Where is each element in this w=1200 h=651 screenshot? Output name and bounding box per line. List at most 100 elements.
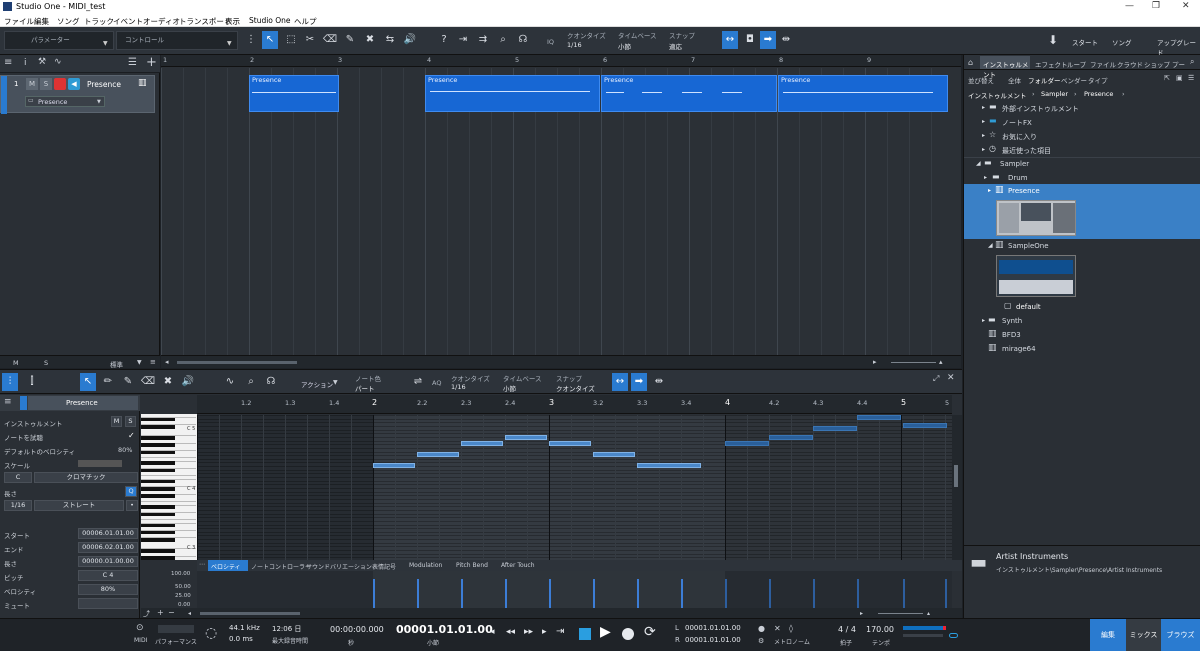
mute-tool-icon[interactable]: ✖ (362, 31, 378, 49)
signature-value[interactable]: 4 / 4 (838, 625, 856, 634)
piano-black-key[interactable] (141, 556, 175, 560)
wrench-icon[interactable]: ⚒ (38, 57, 46, 67)
list-item[interactable]: ▸ ▬ Synth (964, 314, 1200, 328)
detach-icon[interactable]: ⤢ (933, 374, 939, 384)
clip-event[interactable]: Presence (601, 75, 777, 112)
view-mode-select[interactable]: 標準 (110, 359, 123, 369)
list-item[interactable]: ▸ ▬ ノートFX (964, 115, 1200, 129)
headphone-icon[interactable]: ☊ (263, 373, 279, 391)
expand-icon[interactable]: ▸ (982, 146, 985, 153)
menu-file[interactable]: ファイル (4, 16, 34, 27)
close-icon[interactable]: ✕ (947, 373, 955, 383)
inspector-toggle-icon[interactable]: ⫶ (2, 373, 18, 391)
zoom-icon[interactable]: ⌕ (243, 373, 259, 391)
velocity-bar[interactable] (373, 579, 375, 608)
add-lane-icon[interactable]: + (157, 608, 164, 617)
timebase-value[interactable]: 小節 (503, 383, 516, 393)
expand-icon[interactable]: ▸ (988, 187, 991, 194)
maximize-icon[interactable]: ❐ (1152, 1, 1160, 11)
clip-event[interactable]: Presence (249, 75, 339, 112)
automation-icon[interactable]: ∿ (54, 57, 62, 67)
filter-vendor[interactable]: ベンダー (1061, 75, 1087, 85)
pencil-tool-icon[interactable]: ✏ (100, 373, 116, 391)
collapse-icon[interactable]: ◢ (976, 160, 981, 167)
midi-note[interactable] (725, 441, 769, 446)
list-icon[interactable]: ☰ (128, 57, 137, 68)
rewind-start-icon[interactable]: ◂ (490, 627, 495, 637)
breadcrumb-sampler[interactable]: Sampler (1041, 90, 1068, 98)
checkbox-checked-icon[interactable]: ✓ (128, 431, 135, 440)
stop-button[interactable] (579, 628, 591, 640)
selected-item-panel[interactable]: ▸ ▥ Presence (964, 184, 1200, 239)
tab-pool[interactable]: プー (1172, 59, 1185, 69)
list-item[interactable]: ◢ ▥ SampleOne (964, 239, 1200, 253)
snap-cursor-icon[interactable]: ⇹ (651, 373, 667, 391)
scroll-left-icon[interactable]: ◂ (165, 358, 169, 366)
output-toggle-icon[interactable] (949, 633, 958, 638)
list-item[interactable]: ▥ BFD3 (964, 328, 1200, 342)
menu-icon[interactable]: ≡ (4, 397, 12, 407)
timeline-ruler[interactable]: 1 2 3 4 5 6 7 8 9 (161, 55, 961, 67)
loop-icon[interactable]: ⟳ (644, 624, 656, 640)
global-mute-button[interactable]: M (13, 359, 19, 367)
velocity-bar[interactable] (945, 579, 947, 608)
loop-follow-icon[interactable]: ⇉ (475, 31, 491, 49)
tab-cloud[interactable]: クラウド (1117, 59, 1143, 69)
midi-note[interactable] (637, 463, 701, 468)
velocity-bar[interactable] (903, 579, 905, 608)
pitch-value[interactable]: C 4 (78, 570, 138, 581)
song-page-button[interactable]: ソング (1112, 37, 1132, 47)
eraser-tool-icon[interactable]: ⌫ (322, 31, 338, 49)
scrollbar-thumb[interactable] (177, 361, 297, 364)
track-name[interactable]: Presence (87, 80, 121, 89)
end-value[interactable]: 00006.02.01.00 (78, 542, 138, 553)
zoom-slider[interactable] (878, 613, 923, 614)
velocity-bar[interactable] (681, 579, 683, 608)
monitor-icon[interactable]: ◀ (68, 78, 80, 90)
midi-icon[interactable]: ⊙ (136, 623, 144, 633)
scale-key-select[interactable]: C (4, 472, 32, 483)
velocity-lane[interactable] (197, 571, 952, 608)
tab-velocity[interactable]: ベロシティ (208, 560, 248, 571)
position-display[interactable]: 00001.01.01.00 (396, 623, 493, 636)
tab-sound-variation[interactable]: サウンドバリエーション (306, 562, 372, 571)
menu-view[interactable]: 表示 (225, 16, 240, 27)
velocity-bar[interactable] (637, 579, 639, 608)
arrow-tool-icon[interactable]: ↖ (80, 373, 96, 391)
tab-shop[interactable]: ショップ (1144, 59, 1170, 69)
tab-expression[interactable]: 表情記号 (372, 562, 396, 571)
more-icon[interactable]: ⋯ (199, 561, 205, 568)
left-locator[interactable]: 00001.01.01.00 (685, 624, 741, 632)
list-item[interactable]: ▸ ☆ お気に入り (964, 129, 1200, 143)
tab-files[interactable]: ファイル (1090, 59, 1116, 69)
menu-audio[interactable]: オーディオ (143, 16, 180, 27)
snap-events-icon[interactable]: ➡ (760, 31, 776, 49)
arrange-hscroll[interactable]: ◂ ▸ ▴ (161, 355, 961, 368)
precount-icon[interactable]: ◊ (789, 624, 793, 633)
play-button[interactable]: ▶ (600, 624, 611, 640)
minimize-icon[interactable]: — (1125, 1, 1134, 11)
list-item[interactable]: ▢ default (964, 300, 1200, 314)
download-icon[interactable]: ⬇ (1045, 31, 1061, 49)
headphone-icon[interactable]: ☊ (515, 31, 531, 49)
search-icon[interactable]: ⌕ (1190, 57, 1194, 67)
snap-toggle-icon[interactable]: ↔ (722, 31, 738, 49)
list-item[interactable]: ◢ ▬ Sampler (964, 157, 1200, 171)
metronome-settings-icon[interactable]: ✕ (774, 624, 781, 633)
timebase-value[interactable]: 小節 (618, 41, 631, 51)
midi-note[interactable] (373, 463, 415, 468)
midi-note[interactable] (505, 435, 547, 440)
menu-track[interactable]: トラック (84, 16, 114, 27)
tab-effects[interactable]: エフェクト (1035, 59, 1068, 69)
snap-cursor-icon[interactable]: ⇹ (778, 31, 794, 49)
note-color-icon[interactable]: ⇌ (410, 373, 426, 391)
editor-ruler[interactable]: 1.2 1.3 1.4 2 2.2 2.3 2.4 3 3.2 3.3 3.4 … (197, 395, 952, 414)
track-solo-button[interactable]: S (40, 78, 52, 90)
skip-end-icon[interactable]: ⇥ (556, 626, 564, 637)
follow-icon[interactable]: ⇥ (455, 31, 471, 49)
midi-note[interactable] (417, 452, 459, 457)
menu-icon[interactable]: ≡ (4, 57, 12, 68)
mute-value[interactable] (78, 598, 138, 609)
expand-icon[interactable]: ▸ (982, 317, 985, 324)
filter-all[interactable]: 全体 (1008, 75, 1021, 85)
